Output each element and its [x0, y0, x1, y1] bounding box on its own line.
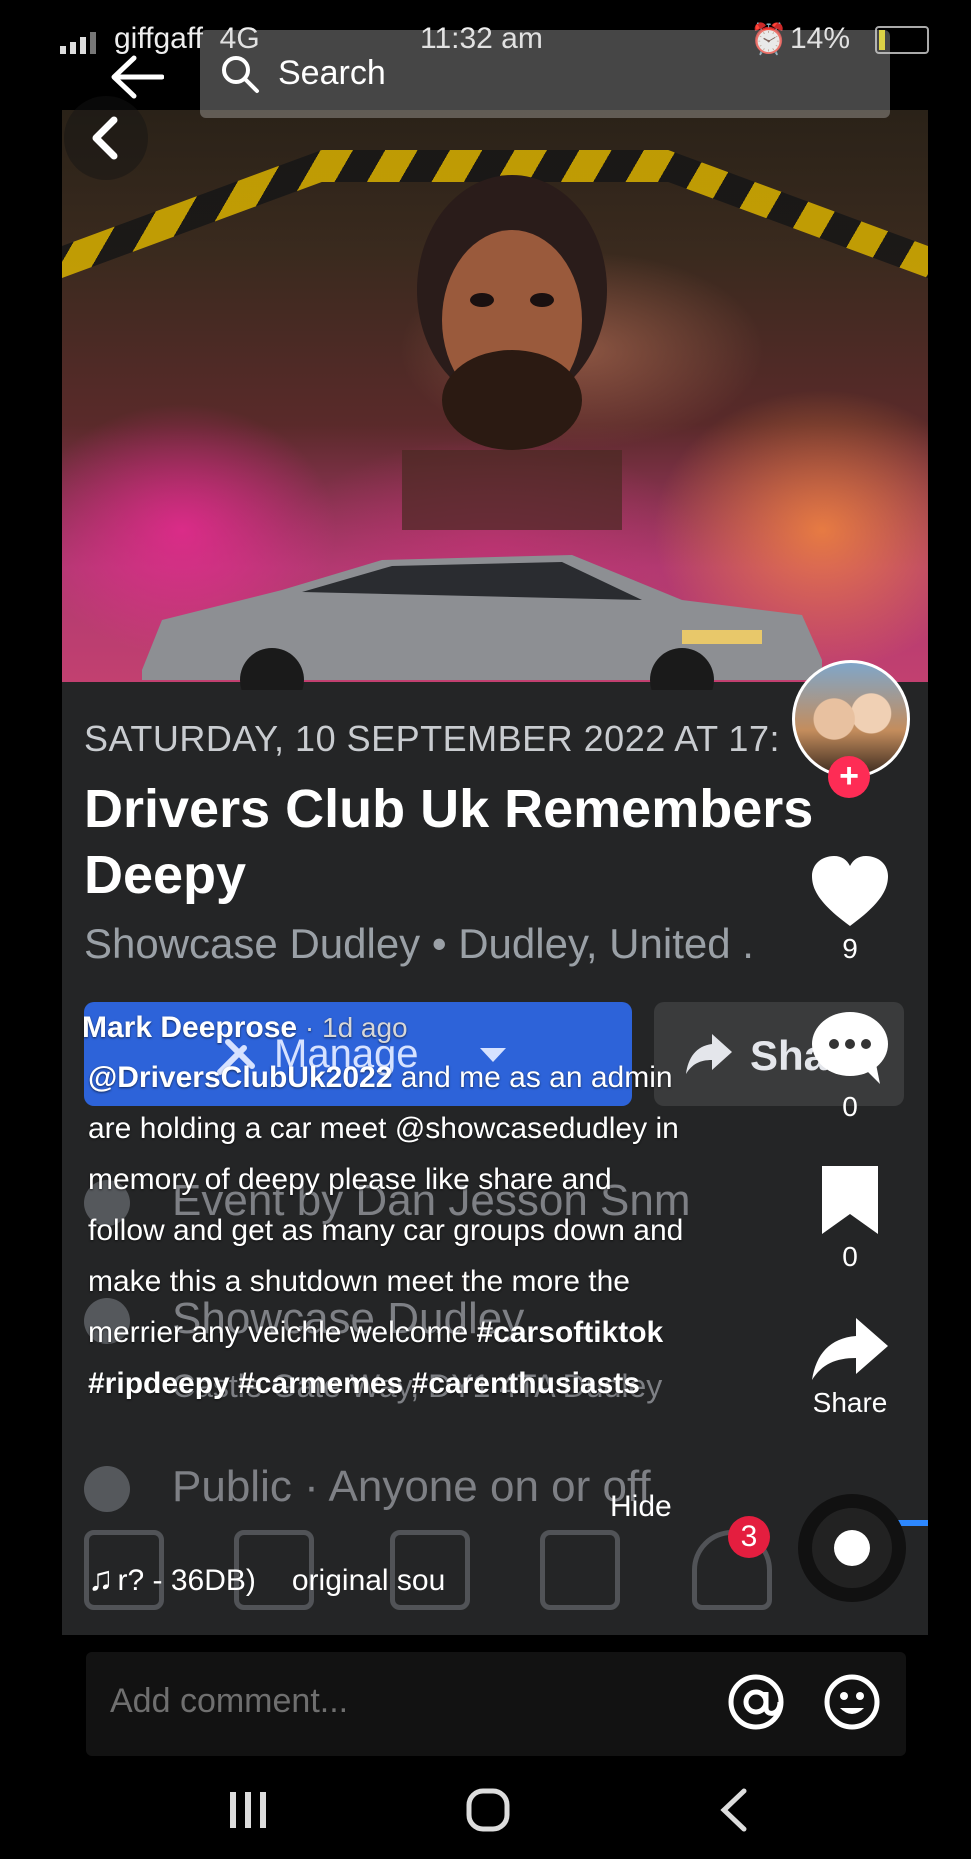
music-note-icon: ♫	[88, 1560, 114, 1598]
comment-input[interactable]: Add comment...	[86, 1652, 906, 1756]
music-partial: r? - 36DB)	[117, 1564, 256, 1597]
event-privacy: Public · Anyone on or off	[172, 1462, 651, 1511]
cover-back-button[interactable]	[64, 96, 148, 180]
follow-plus-icon[interactable]: +	[828, 756, 870, 798]
like-count: 9	[842, 933, 858, 964]
home-button-icon[interactable]	[466, 1788, 510, 1832]
music-ticker[interactable]: ♫ r? - 36DB) original sou	[88, 1560, 445, 1599]
share-button[interactable]: Share	[800, 1318, 900, 1419]
globe-icon	[84, 1466, 130, 1512]
comment-button[interactable]: 0	[800, 1010, 900, 1123]
hide-caption-button[interactable]: Hide	[610, 1490, 672, 1524]
caption-author[interactable]: Mark Deeprose	[82, 1011, 297, 1044]
share-label: Share	[812, 1387, 888, 1418]
search-icon	[222, 56, 259, 93]
comment-bubble-icon	[812, 1012, 888, 1084]
recent-apps-icon[interactable]	[228, 1790, 268, 1830]
person-image	[402, 175, 622, 530]
chevron-left-icon	[92, 116, 118, 160]
like-button[interactable]: 9	[800, 856, 900, 965]
emoji-icon[interactable]	[822, 1672, 882, 1732]
event-title: Drivers Club Uk Remembers Deepy	[84, 779, 814, 905]
search-placeholder: Search	[278, 54, 386, 92]
mention-at-icon[interactable]	[726, 1672, 786, 1732]
music-song: original sou	[291, 1564, 446, 1597]
bookmark-button[interactable]: 0	[800, 1166, 900, 1273]
signal-icon	[60, 32, 96, 54]
cover-photo	[62, 110, 928, 690]
heart-icon	[812, 856, 888, 926]
events-icon[interactable]	[540, 1530, 620, 1610]
back-arrow-icon[interactable]	[110, 54, 164, 100]
mention-driversclub[interactable]: @DriversClubUk2022	[88, 1061, 392, 1094]
bookmark-icon	[822, 1166, 878, 1234]
music-disc-icon[interactable]	[798, 1494, 906, 1602]
android-nav-bar	[0, 1760, 971, 1859]
mention-showcasedudley[interactable]: @showcasedudley	[395, 1112, 647, 1145]
event-location: Showcase Dudley • Dudley, United .	[84, 920, 754, 967]
car-image	[142, 555, 822, 690]
caption-time: · 1d ago	[297, 1012, 408, 1043]
caption-text-2: in memory of deepy please like share and…	[88, 1112, 684, 1349]
comment-count: 0	[842, 1091, 858, 1122]
share-arrow-icon	[812, 1318, 888, 1380]
share-arrow-icon	[686, 1034, 732, 1074]
bookmark-count: 0	[842, 1241, 858, 1272]
comment-placeholder: Add comment...	[110, 1682, 349, 1720]
notification-badge: 3	[728, 1516, 770, 1558]
back-nav-icon[interactable]	[718, 1788, 748, 1832]
search-input[interactable]: Search	[200, 30, 890, 118]
event-date: SATURDAY, 10 SEPTEMBER 2022 AT 17:	[84, 718, 780, 759]
